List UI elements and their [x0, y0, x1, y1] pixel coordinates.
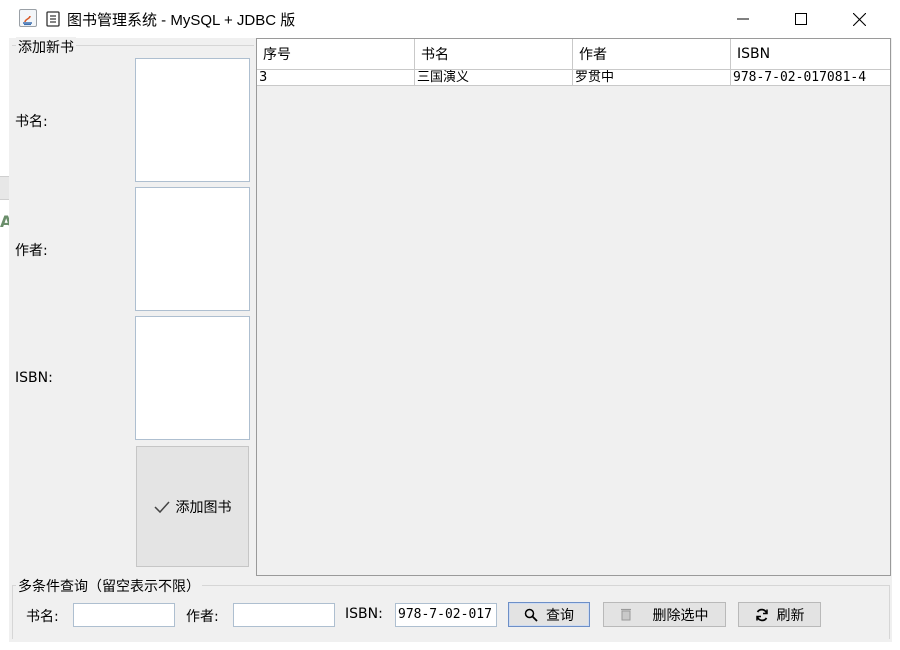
delete-selected-button-label: 删除选中: [652, 607, 709, 624]
query-button[interactable]: 查询: [508, 602, 590, 627]
add-book-button[interactable]: 添加图书: [136, 446, 249, 567]
query-author-label: 作者:: [186, 609, 219, 625]
title-textarea[interactable]: [135, 58, 250, 182]
background-window-glyph: A: [0, 212, 9, 231]
column-header-id[interactable]: 序号: [257, 39, 415, 70]
minimize-icon: [737, 18, 749, 20]
title-bar: 图书管理系统 - MySQL + JDBC 版: [0, 0, 900, 38]
java-app-icon[interactable]: [19, 9, 37, 27]
cell-id[interactable]: 3: [257, 70, 415, 86]
add-book-button-label: 添加图书: [175, 499, 232, 516]
close-icon: [852, 12, 866, 26]
query-isbn-input[interactable]: 978-7-02-017: [395, 603, 497, 627]
column-header-title[interactable]: 书名: [415, 39, 573, 70]
author-textarea[interactable]: [135, 187, 250, 311]
minimize-button[interactable]: [714, 0, 772, 38]
query-title-label: 书名:: [26, 609, 59, 625]
check-icon: [153, 500, 170, 513]
delete-selected-button[interactable]: 删除选中: [603, 602, 726, 627]
isbn-field-label: ISBN:: [15, 370, 53, 386]
maximize-icon: [795, 13, 807, 25]
query-title-input[interactable]: [73, 603, 175, 627]
books-table[interactable]: 序号 书名 作者 ISBN 3 三国演义 罗贯中 978-7-02-017081…: [256, 38, 891, 576]
author-field-label: 作者:: [15, 243, 48, 259]
window-title: 图书管理系统 - MySQL + JDBC 版: [67, 12, 296, 29]
query-group-title: 多条件查询（留空表示不限）: [16, 576, 202, 596]
cell-isbn[interactable]: 978-7-02-017081-4: [731, 70, 890, 86]
maximize-button[interactable]: [772, 0, 830, 38]
close-button[interactable]: [830, 0, 888, 38]
query-isbn-label: ISBN:: [345, 606, 383, 622]
title-field-label: 书名:: [15, 114, 48, 130]
trash-icon: [620, 608, 631, 621]
column-header-author[interactable]: 作者: [573, 39, 731, 70]
cell-author[interactable]: 罗贯中: [573, 70, 731, 86]
refresh-button-label: 刷新: [776, 607, 805, 624]
isbn-textarea[interactable]: [135, 316, 250, 440]
refresh-button[interactable]: 刷新: [738, 602, 821, 627]
book-db-icon: [44, 10, 62, 28]
refresh-icon: [755, 608, 768, 621]
add-book-group-title: 添加新书: [16, 37, 76, 57]
background-window-edge: [0, 176, 9, 200]
search-icon: [524, 608, 538, 622]
cell-title[interactable]: 三国演义: [415, 70, 573, 86]
column-header-isbn[interactable]: ISBN: [731, 39, 890, 70]
query-button-label: 查询: [546, 607, 574, 624]
query-author-input[interactable]: [233, 603, 335, 627]
